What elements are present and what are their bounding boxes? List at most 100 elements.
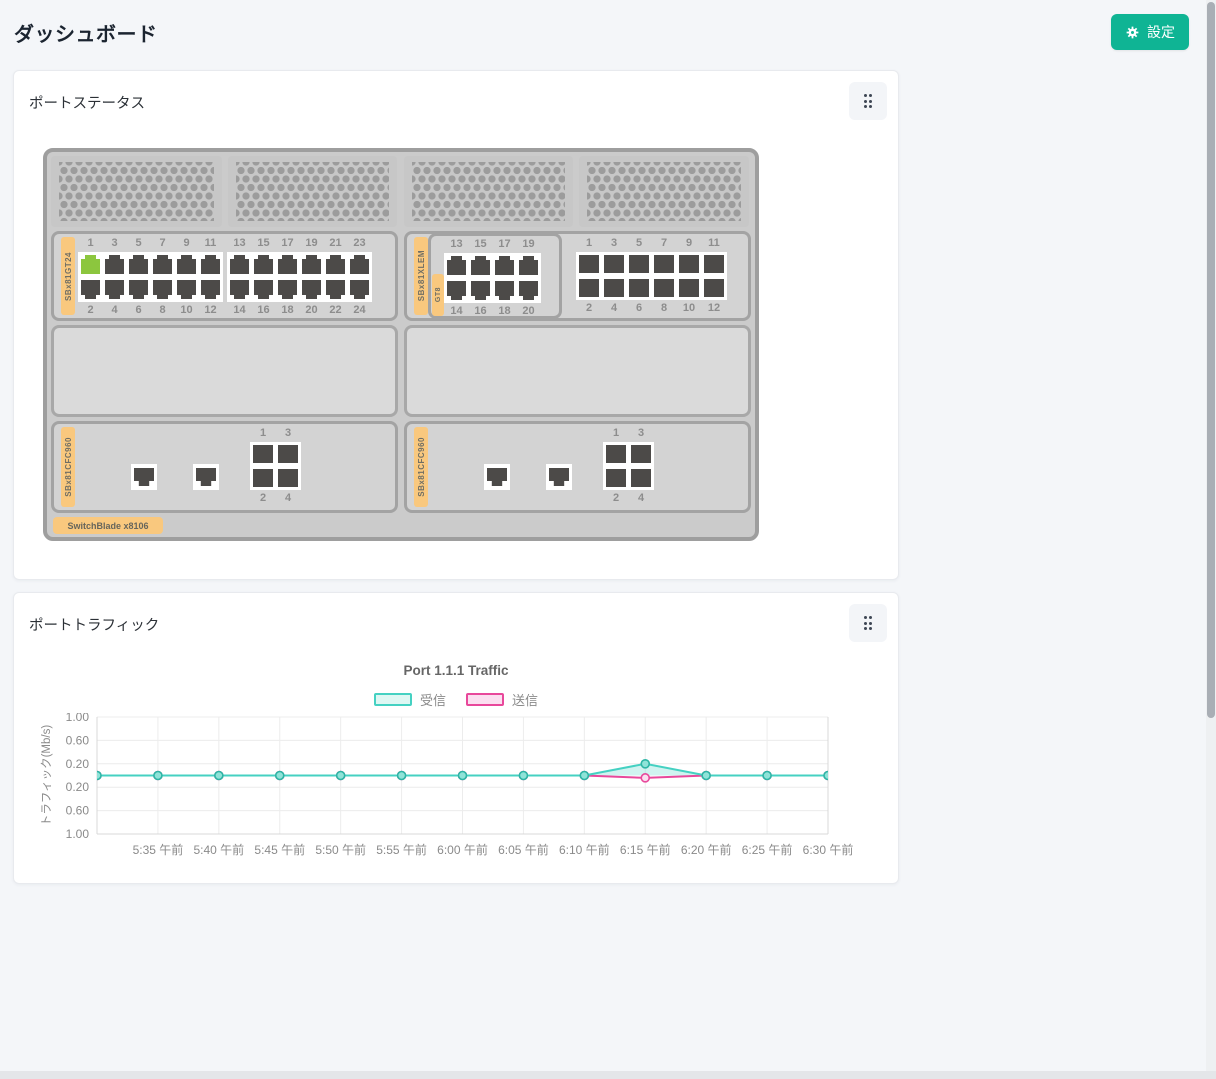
port-23[interactable]: [350, 255, 369, 274]
chart-plot-area[interactable]: 1.00 0.60 0.20 0.20 0.60 1.00 トラフィック(Mb/s) 5:35…: [14, 713, 898, 871]
port-number: 9: [685, 237, 693, 249]
port-2[interactable]: [606, 469, 626, 487]
port-4[interactable]: [278, 469, 298, 487]
port-2[interactable]: [579, 279, 599, 297]
port-number: 10: [180, 304, 193, 316]
settings-button[interactable]: 設定: [1111, 14, 1189, 50]
port-traffic-drag-handle[interactable]: [849, 604, 887, 642]
port-number: 14: [450, 305, 463, 317]
port-bank: 1 3 5 7 9 11 2 4 6 8 10 12: [78, 237, 223, 317]
drag-handle-icon: [863, 94, 873, 108]
port-4[interactable]: [604, 279, 624, 297]
port-6[interactable]: [629, 279, 649, 297]
port-number: 5: [635, 237, 643, 249]
console-port[interactable]: [131, 464, 157, 490]
console-port[interactable]: [193, 464, 219, 490]
blade-sbx81cfc960-left: SBx81CFC960 1 3 2 4: [51, 421, 398, 513]
port-4[interactable]: [631, 469, 651, 487]
port-17[interactable]: [278, 255, 297, 274]
port-15[interactable]: [471, 256, 490, 275]
svg-text:6:15 午前: 6:15 午前: [620, 842, 671, 857]
port-number: 4: [284, 492, 292, 504]
port-1[interactable]: [579, 255, 599, 273]
console-port[interactable]: [484, 464, 510, 490]
port-24[interactable]: [350, 280, 369, 299]
fan-grille: [51, 156, 222, 227]
port-status-drag-handle[interactable]: [849, 82, 887, 120]
port-number: 12: [204, 304, 217, 316]
port-number: 2: [87, 304, 94, 316]
port-number: 12: [707, 302, 721, 314]
port-7[interactable]: [654, 255, 674, 273]
port-number: 7: [159, 237, 166, 249]
port-13[interactable]: [447, 256, 466, 275]
port-7[interactable]: [153, 255, 172, 274]
port-16[interactable]: [471, 281, 490, 300]
port-11[interactable]: [201, 255, 220, 274]
port-number: 11: [708, 237, 720, 249]
port-19[interactable]: [302, 255, 321, 274]
port-20[interactable]: [302, 280, 321, 299]
port-1[interactable]: [253, 445, 273, 463]
chart-title: Port 1.1.1 Traffic: [403, 663, 509, 678]
port-9[interactable]: [679, 255, 699, 273]
svg-text:6:30 午前: 6:30 午前: [803, 842, 854, 857]
port-14[interactable]: [230, 280, 249, 299]
port-bank: 13 15 17 19 21 23 14 16 18 20 22 24: [227, 237, 372, 317]
port-18[interactable]: [495, 281, 514, 300]
blade-label-tab: SBx81CFC960: [414, 427, 428, 507]
port-21[interactable]: [326, 255, 345, 274]
scrollbar-thumb[interactable]: [1207, 2, 1215, 718]
legend-label: 送信: [512, 693, 539, 708]
port-19[interactable]: [519, 256, 538, 275]
port-number: 6: [635, 302, 643, 314]
scrollbar-track[interactable]: [1206, 0, 1216, 1079]
port-number: 7: [660, 237, 668, 249]
port-3[interactable]: [631, 445, 651, 463]
port-13[interactable]: [230, 255, 249, 274]
port-3[interactable]: [278, 445, 298, 463]
blade-sbx81xlem: SBx81XLEM GT8 13 15 17 19 14 16 18 20 1 3 5 7 9 11 2 4…: [404, 231, 751, 321]
port-2[interactable]: [81, 280, 100, 299]
port-1[interactable]: [606, 445, 626, 463]
port-14[interactable]: [447, 281, 466, 300]
port-8[interactable]: [153, 280, 172, 299]
port-number: 19: [305, 237, 318, 249]
port-17[interactable]: [495, 256, 514, 275]
port-16[interactable]: [254, 280, 273, 299]
port-2[interactable]: [253, 469, 273, 487]
svg-text:0.60: 0.60: [66, 733, 90, 747]
port-number: 13: [233, 237, 246, 249]
port-6[interactable]: [129, 280, 148, 299]
port-5[interactable]: [129, 255, 148, 274]
port-5[interactable]: [629, 255, 649, 273]
port-1[interactable]: [81, 255, 100, 274]
console-port[interactable]: [546, 464, 572, 490]
port-traffic-card: ポートトラフィック Port 1.1.1 Traffic 受信 送信 1.00 0.…: [13, 592, 899, 884]
port-3[interactable]: [604, 255, 624, 273]
svg-text:5:45 午前: 5:45 午前: [254, 842, 305, 857]
port-number: 11: [204, 237, 217, 249]
port-8[interactable]: [654, 279, 674, 297]
port-3[interactable]: [105, 255, 124, 274]
port-number: 3: [284, 427, 292, 439]
blade-sbx81cfc960-right: SBx81CFC960 1 3 2 4: [404, 421, 751, 513]
port-15[interactable]: [254, 255, 273, 274]
port-10[interactable]: [177, 280, 196, 299]
port-18[interactable]: [278, 280, 297, 299]
port-12[interactable]: [201, 280, 220, 299]
legend-item-受信[interactable]: 受信: [373, 690, 446, 709]
port-number: 1: [259, 427, 267, 439]
port-12[interactable]: [704, 279, 724, 297]
legend-item-送信[interactable]: 送信: [466, 690, 538, 709]
drag-handle-icon: [863, 616, 873, 630]
port-10[interactable]: [679, 279, 699, 297]
port-22[interactable]: [326, 280, 345, 299]
port-number: 20: [305, 304, 318, 316]
port-11[interactable]: [704, 255, 724, 273]
page-title: ダッシュボード: [14, 24, 158, 46]
port-20[interactable]: [519, 281, 538, 300]
port-4[interactable]: [105, 280, 124, 299]
port-9[interactable]: [177, 255, 196, 274]
fan-grille: [404, 156, 573, 227]
